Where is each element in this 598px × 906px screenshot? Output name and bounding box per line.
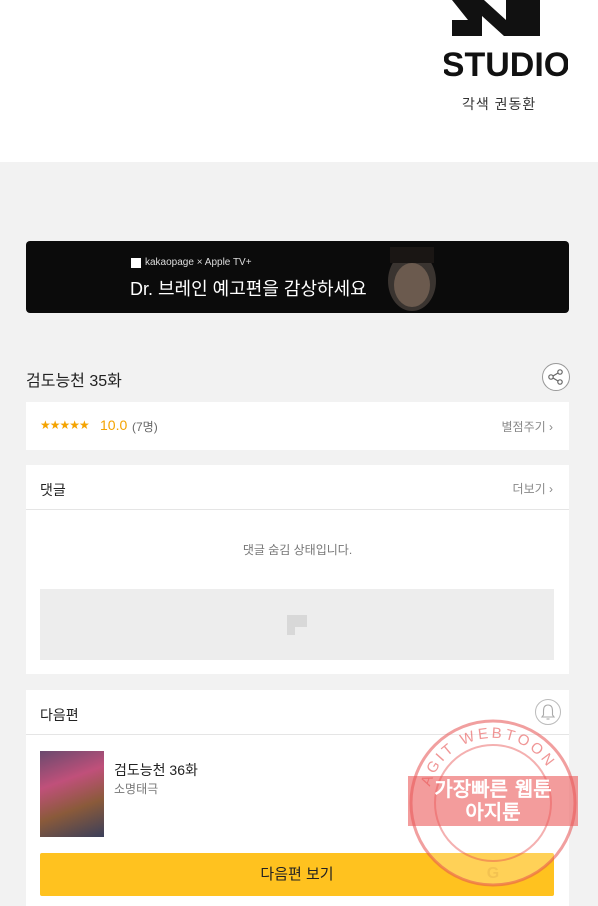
google-g-icon: G [487, 865, 499, 882]
banner-brand: kakaopage × Apple TV+ [131, 257, 252, 268]
watermark-line1: 가장빠른 웹툰 [434, 777, 551, 801]
promo-banner[interactable]: kakaopage × Apple TV+ Dr. 브레인 예고편을 감상하세요 [26, 241, 569, 313]
share-icon [548, 369, 563, 385]
rate-link[interactable]: 별점주기 › [502, 418, 554, 435]
episode-title: 검도능천 35화 [26, 373, 122, 390]
banner-brand-text: kakaopage × Apple TV+ [145, 257, 252, 268]
comments-hidden-message: 댓글 숨김 상태입니다. [242, 543, 353, 557]
ad-placeholder[interactable] [40, 589, 554, 660]
ad-placeholder-icon [287, 615, 307, 635]
banner-portrait-image [388, 247, 436, 311]
next-episode-section-title: 다음편 [40, 707, 79, 723]
studio-logo: STUDIO [444, 0, 568, 84]
watermark-stamp: AGIT WEBTOON 가장빠른 웹툰 아지툰 G [408, 719, 578, 887]
comments-title: 댓글 [40, 482, 66, 498]
banner-headline: Dr. 브레인 예고편을 감상하세요 [130, 279, 367, 299]
header-area: STUDIO 각색 권동환 [0, 0, 598, 162]
next-episode-thumbnail[interactable] [40, 751, 104, 837]
comments-more-link[interactable]: 더보기 › [513, 480, 553, 497]
studio-logo-text: STUDIO [444, 46, 568, 84]
kakaopage-logo-icon [131, 257, 141, 268]
credit-text: 각색 권동환 [462, 96, 537, 112]
comments-card: 댓글 더보기 › 댓글 숨김 상태입니다. [26, 465, 569, 674]
rating-stars-icon: ★★★★★ [40, 418, 90, 432]
watermark-line2: 아지툰 [465, 800, 520, 824]
next-episode-title[interactable]: 검도능천 36화 [114, 760, 198, 780]
share-button[interactable] [542, 363, 570, 391]
rating-card: ★★★★★ 10.0 (7명) 별점주기 › [26, 402, 569, 450]
next-episode-author: 소명태극 [114, 782, 159, 796]
comments-header: 댓글 더보기 › [26, 465, 569, 510]
rating-count: (7명) [132, 420, 158, 434]
rating-score: 10.0 [100, 417, 128, 433]
